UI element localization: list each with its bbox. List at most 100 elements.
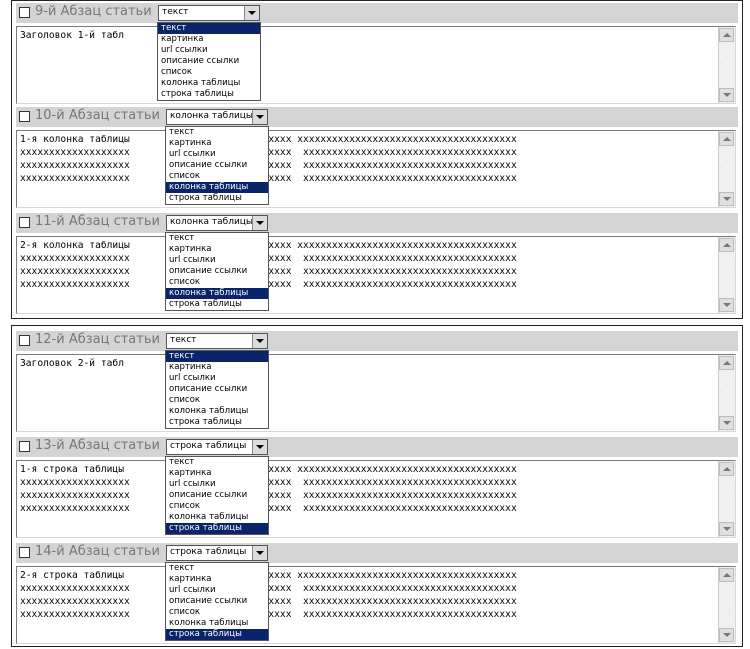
vertical-scrollbar[interactable] (718, 237, 735, 313)
type-select[interactable]: колонка таблицы (166, 109, 268, 125)
dropdown-option[interactable]: url ссылки (158, 45, 260, 56)
scroll-up-icon[interactable] (719, 28, 734, 42)
scroll-up-icon[interactable] (719, 356, 734, 370)
dropdown-option[interactable]: колонка таблицы (166, 288, 268, 299)
section-checkbox[interactable] (19, 547, 30, 558)
dropdown-option[interactable]: картинка (166, 574, 268, 585)
dropdown-option[interactable]: картинка (166, 362, 268, 373)
scroll-down-icon[interactable] (719, 88, 734, 102)
dropdown-option[interactable]: список (166, 607, 268, 618)
paragraph-textarea[interactable]: Заголовок 2-й табл (16, 354, 736, 432)
section-title: 13-й Абзац статьи (35, 438, 160, 453)
paragraph-textarea[interactable]: 1-я колонка таблицы xxxxxxxxxx xxxxxxxxx… (16, 130, 736, 208)
type-select-value: текст (170, 335, 197, 345)
chevron-down-icon[interactable] (252, 440, 267, 454)
type-dropdown-list[interactable]: текст картинка url ссылки описание ссылки сп… (165, 350, 269, 429)
scroll-up-icon[interactable] (719, 568, 734, 582)
scroll-up-icon[interactable] (719, 462, 734, 476)
dropdown-option[interactable]: строка таблицы (166, 193, 268, 204)
dropdown-option[interactable]: описание ссылки (166, 384, 268, 395)
section-header: 14-й Абзац статьи строка таблицы (16, 543, 738, 563)
paragraph-text: 1-я колонка таблицы xxxxxxxxxx xxxxxxxxx… (20, 134, 517, 184)
dropdown-option[interactable]: строка таблицы (158, 89, 260, 100)
type-select[interactable]: колонка таблицы (166, 215, 268, 231)
dropdown-option[interactable]: список (166, 277, 268, 288)
section-title: 10-й Абзац статьи (35, 108, 160, 123)
dropdown-option[interactable]: текст (166, 351, 268, 362)
type-dropdown-list[interactable]: текст картинка url ссылки описание ссылки сп… (165, 562, 269, 641)
paragraph-textarea[interactable]: Заголовок 1-й табл (16, 26, 736, 104)
scroll-down-icon[interactable] (719, 522, 734, 536)
vertical-scrollbar[interactable] (718, 567, 735, 643)
vertical-scrollbar[interactable] (718, 355, 735, 431)
type-dropdown-list[interactable]: текст картинка url ссылки описание ссылки сп… (165, 456, 269, 535)
dropdown-option[interactable]: список (158, 67, 260, 78)
dropdown-option[interactable]: строка таблицы (166, 417, 268, 428)
dropdown-option[interactable]: колонка таблицы (158, 78, 260, 89)
scroll-down-icon[interactable] (719, 192, 734, 206)
type-dropdown-list[interactable]: текст картинка url ссылки описание ссылки сп… (157, 22, 261, 101)
type-select[interactable]: текст (166, 333, 268, 349)
dropdown-option[interactable]: описание ссылки (166, 490, 268, 501)
paragraph-textarea[interactable]: 2-я строка таблицы xxxxxxxxxx xxxxxxxxxx… (16, 566, 736, 644)
dropdown-option[interactable]: колонка таблицы (166, 512, 268, 523)
scroll-down-icon[interactable] (719, 298, 734, 312)
vertical-scrollbar[interactable] (718, 27, 735, 103)
dropdown-option[interactable]: строка таблицы (166, 629, 268, 640)
editor-panel-2: 12-й Абзац статьи текст Заголовок 2-й та… (11, 325, 743, 647)
chevron-down-icon[interactable] (244, 6, 259, 20)
chevron-down-icon[interactable] (252, 216, 267, 230)
chevron-down-icon[interactable] (252, 110, 267, 124)
dropdown-option[interactable]: текст (166, 127, 268, 138)
scroll-down-icon[interactable] (719, 628, 734, 642)
dropdown-option[interactable]: список (166, 501, 268, 512)
dropdown-option[interactable]: колонка таблицы (166, 182, 268, 193)
section-title: 9-й Абзац статьи (35, 4, 152, 19)
type-dropdown-list[interactable]: текст картинка url ссылки описание ссылки сп… (165, 232, 269, 311)
type-select-value: колонка таблицы (170, 111, 254, 121)
chevron-down-icon[interactable] (252, 546, 267, 560)
section-checkbox[interactable] (19, 335, 30, 346)
paragraph-section-13: 13-й Абзац статьи строка таблицы 1-я стр… (16, 437, 738, 539)
scroll-up-icon[interactable] (719, 238, 734, 252)
dropdown-option[interactable]: url ссылки (166, 255, 268, 266)
dropdown-option[interactable]: картинка (166, 468, 268, 479)
dropdown-option[interactable]: url ссылки (166, 585, 268, 596)
dropdown-option[interactable]: url ссылки (166, 373, 268, 384)
dropdown-option[interactable]: список (166, 171, 268, 182)
dropdown-option[interactable]: описание ссылки (166, 266, 268, 277)
type-select[interactable]: строка таблицы (166, 439, 268, 455)
type-dropdown-list[interactable]: текст картинка url ссылки описание ссылки сп… (165, 126, 269, 205)
dropdown-option[interactable]: список (166, 395, 268, 406)
vertical-scrollbar[interactable] (718, 461, 735, 537)
section-checkbox[interactable] (19, 111, 30, 122)
dropdown-option[interactable]: строка таблицы (166, 299, 268, 310)
type-select-value: текст (162, 7, 189, 17)
chevron-down-icon[interactable] (252, 334, 267, 348)
paragraph-textarea[interactable]: 2-я колонка таблицы xxxxxxxxxx xxxxxxxxx… (16, 236, 736, 314)
dropdown-option[interactable]: строка таблицы (166, 523, 268, 534)
dropdown-option[interactable]: текст (158, 23, 260, 34)
paragraph-textarea[interactable]: 1-я строка таблицы xxxxxxxxxx xxxxxxxxxx… (16, 460, 736, 538)
dropdown-option[interactable]: описание ссылки (166, 596, 268, 607)
dropdown-option[interactable]: текст (166, 563, 268, 574)
dropdown-option[interactable]: картинка (166, 138, 268, 149)
dropdown-option[interactable]: описание ссылки (166, 160, 268, 171)
section-checkbox[interactable] (19, 441, 30, 452)
dropdown-option[interactable]: текст (166, 233, 268, 244)
section-checkbox[interactable] (19, 7, 30, 18)
dropdown-option[interactable]: картинка (158, 34, 260, 45)
dropdown-option[interactable]: url ссылки (166, 479, 268, 490)
vertical-scrollbar[interactable] (718, 131, 735, 207)
dropdown-option[interactable]: картинка (166, 244, 268, 255)
type-select[interactable]: строка таблицы (166, 545, 268, 561)
dropdown-option[interactable]: колонка таблицы (166, 406, 268, 417)
dropdown-option[interactable]: описание ссылки (158, 56, 260, 67)
dropdown-option[interactable]: url ссылки (166, 149, 268, 160)
scroll-down-icon[interactable] (719, 416, 734, 430)
dropdown-option[interactable]: колонка таблицы (166, 618, 268, 629)
section-checkbox[interactable] (19, 217, 30, 228)
scroll-up-icon[interactable] (719, 132, 734, 146)
dropdown-option[interactable]: текст (166, 457, 268, 468)
type-select[interactable]: текст (158, 5, 260, 21)
